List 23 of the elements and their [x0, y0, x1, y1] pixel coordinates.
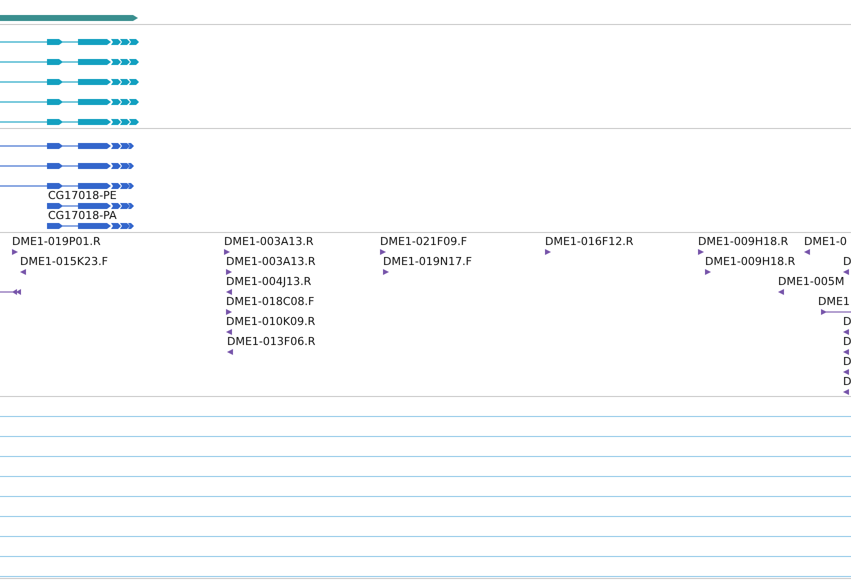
est-label: DME1-009H18.R — [705, 255, 796, 268]
est-label: D — [843, 355, 851, 368]
est-label: DME1-013F06.R — [227, 335, 316, 348]
est-label: DME1-015K23.F — [20, 255, 108, 268]
est-label: D — [843, 255, 851, 268]
est-label: D — [843, 335, 851, 348]
est-label: DME1-003A13.R — [224, 235, 314, 248]
transcript-label: CG17018-PE — [48, 189, 117, 202]
transcript-label: CG17018-PA — [48, 209, 117, 222]
est-label: DME1-009H18.R — [698, 235, 788, 248]
est-label: DME1-003A13.R — [226, 255, 316, 268]
est-label: DME1-019N17.F — [383, 255, 472, 268]
est-label: DME1-004J13.R — [226, 275, 312, 288]
est-label: DME1-0 — [804, 235, 847, 248]
est-label: DME1-019P01.R — [12, 235, 101, 248]
est-label: D — [843, 315, 851, 328]
est-label: DME1 — [818, 295, 850, 308]
est-label: DME1-010K09.R — [226, 315, 316, 328]
est-label: DME1-005M — [778, 275, 844, 288]
est-label: DME1-021F09.F — [380, 235, 468, 248]
est-label: DME1-016F12.R — [545, 235, 634, 248]
est-label: D — [843, 375, 851, 388]
est-label: DME1-018C08.F — [226, 295, 314, 308]
